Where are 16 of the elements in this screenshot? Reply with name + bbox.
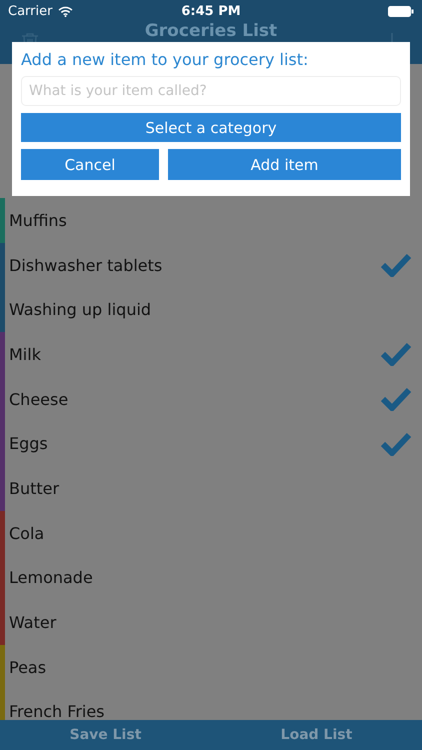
item-name: Cheese xyxy=(9,390,68,409)
item-name: Dishwasher tablets xyxy=(9,256,162,275)
dialog-title: Add a new item to your grocery list: xyxy=(21,50,310,69)
carrier-name: Carrier xyxy=(8,4,52,18)
item-name: Washing up liquid xyxy=(9,300,152,320)
item-name: Peas xyxy=(9,658,46,677)
item-name: Muffins xyxy=(9,210,67,230)
item-name: Cola xyxy=(9,524,44,543)
item-name: French Fries xyxy=(9,702,105,720)
nav-title: Groceries List xyxy=(144,22,278,41)
item-name: Lemonade xyxy=(9,568,93,588)
item-name: Milk xyxy=(9,344,41,364)
item-name: Water xyxy=(9,613,56,632)
clock-time: 6:45 PM xyxy=(181,4,241,18)
item-name: Butter xyxy=(9,478,60,498)
item-name: Eggs xyxy=(9,434,48,454)
